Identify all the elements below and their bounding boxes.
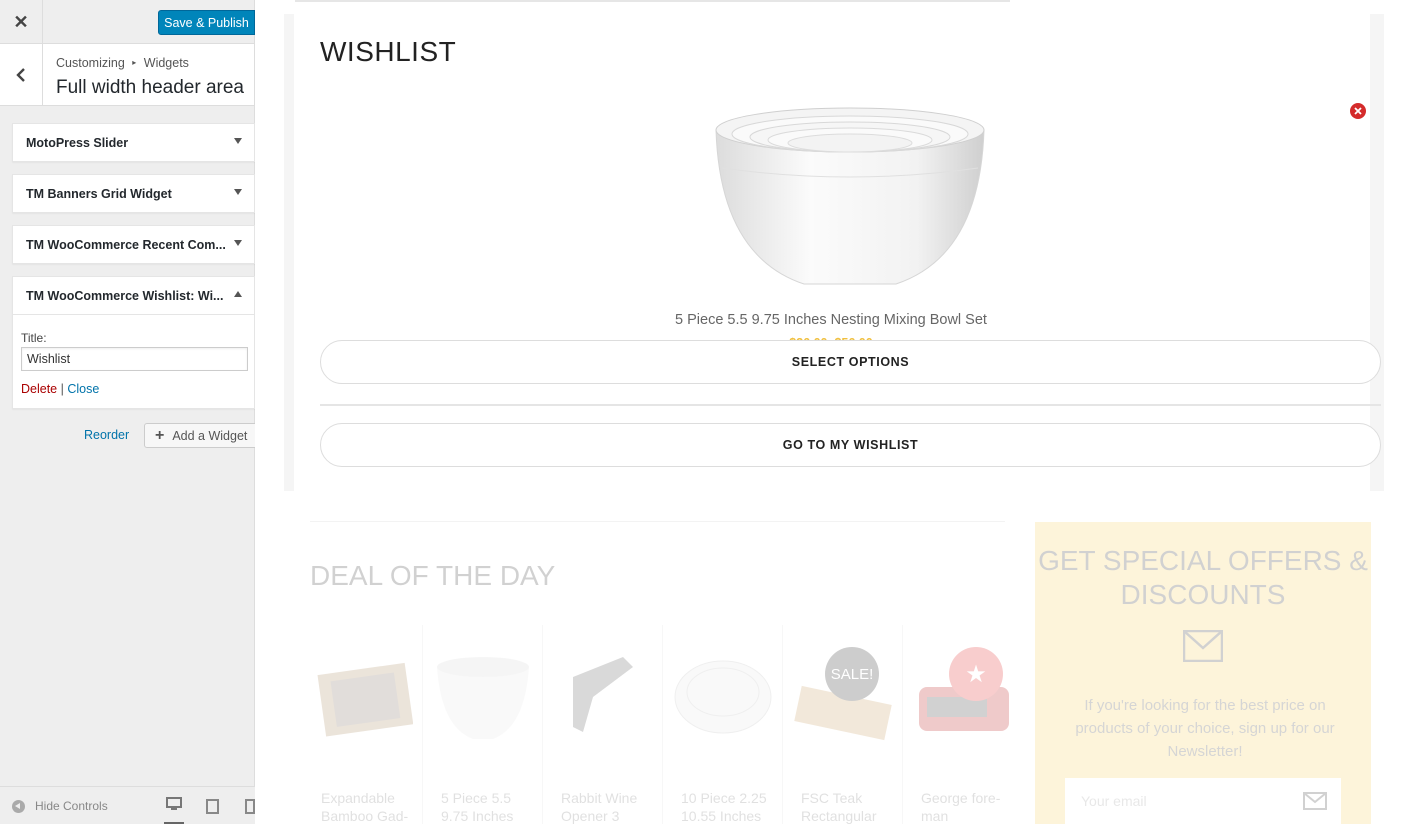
newsletter-box: GET SPECIAL OFFERS & DISCOUNTS If you're… bbox=[1035, 522, 1371, 824]
caret-down-icon[interactable] bbox=[234, 189, 242, 195]
product-thumb bbox=[317, 662, 413, 737]
newsletter-email-input[interactable]: Your email bbox=[1065, 778, 1341, 824]
product-name[interactable]: 5 Piece 5.5 9.75 Inches Nesting Mixing B… bbox=[294, 312, 1368, 328]
page-background-content: DEAL OF THE DAY Expandable Bamboo Gad- 5… bbox=[255, 500, 1411, 824]
widget-recent-comments[interactable]: TM WooCommerce Recent Com... bbox=[12, 225, 255, 264]
caret-down-icon[interactable] bbox=[234, 138, 242, 144]
widget-title: TM WooCommerce Wishlist: Wi... bbox=[26, 288, 224, 303]
caret-up-icon[interactable] bbox=[234, 291, 242, 297]
envelope-icon[interactable] bbox=[1303, 792, 1327, 810]
deal-products: Expandable Bamboo Gad- 5 Piece 5.5 9.75 … bbox=[305, 625, 1025, 824]
deal-item[interactable]: Rabbit Wine Opener 3 bbox=[545, 625, 663, 824]
chevron-left-icon bbox=[16, 68, 25, 82]
action-separator: | bbox=[60, 382, 64, 396]
back-button[interactable] bbox=[0, 44, 43, 106]
deal-item-name: 10 Piece 2.25 10.55 Inches bbox=[681, 790, 767, 824]
product-thumb bbox=[437, 657, 529, 739]
hide-controls-button[interactable]: Hide Controls bbox=[12, 799, 108, 813]
deal-item[interactable]: SALE! FSC Teak Rectangular bbox=[785, 625, 903, 824]
remove-item-icon[interactable] bbox=[1350, 103, 1366, 119]
title-field-label: Title: bbox=[21, 331, 47, 345]
go-to-wishlist-button[interactable]: GO TO MY WISHLIST bbox=[320, 423, 1381, 467]
customizer-footer: Hide Controls bbox=[0, 786, 255, 824]
add-widget-label: Add a Widget bbox=[172, 428, 248, 443]
deal-item[interactable]: Expandable Bamboo Gad- bbox=[305, 625, 423, 824]
desktop-preview-button[interactable] bbox=[164, 796, 184, 824]
deal-item-name: Expandable Bamboo Gad- bbox=[321, 790, 409, 824]
plus-icon: + bbox=[155, 426, 165, 444]
breadcrumb-child: Widgets bbox=[143, 56, 189, 70]
widget-wishlist[interactable]: TM WooCommerce Wishlist: Wi... Title: De… bbox=[12, 276, 255, 409]
deal-title: DEAL OF THE DAY bbox=[310, 560, 556, 591]
tablet-icon bbox=[205, 798, 219, 814]
deal-item[interactable]: 5 Piece 5.5 9.75 Inches bbox=[425, 625, 543, 824]
divider bbox=[310, 521, 1005, 522]
tablet-preview-button[interactable] bbox=[202, 796, 222, 816]
customizer-header: ✕ Save & Publish bbox=[0, 0, 255, 44]
close-customizer-button[interactable]: ✕ bbox=[0, 0, 43, 44]
deal-item[interactable]: ★ George fore-man bbox=[905, 625, 1023, 824]
deal-item[interactable]: 10 Piece 2.25 10.55 Inches bbox=[665, 625, 783, 824]
mobile-icon bbox=[245, 798, 255, 814]
select-options-button[interactable]: SELECT OPTIONS bbox=[320, 340, 1381, 384]
collapse-icon bbox=[12, 799, 25, 813]
widget-motopress-slider[interactable]: MotoPress Slider bbox=[12, 123, 255, 162]
section-header: Customizing ▸ Widgets Full width header … bbox=[0, 44, 254, 106]
widget-header[interactable]: TM Banners Grid Widget bbox=[13, 175, 254, 212]
widget-title: TM Banners Grid Widget bbox=[26, 186, 172, 201]
sale-badge: SALE! bbox=[825, 647, 879, 701]
widget-header[interactable]: TM WooCommerce Recent Com... bbox=[13, 226, 254, 263]
close-icon: ✕ bbox=[13, 11, 29, 32]
site-preview: WISHLIST 5 Piece 5.5 9.75 Inches Nesting bbox=[255, 0, 1411, 824]
email-placeholder: Your email bbox=[1081, 793, 1147, 809]
widget-header[interactable]: MotoPress Slider bbox=[13, 124, 254, 161]
deal-item-name: 5 Piece 5.5 9.75 Inches bbox=[441, 790, 514, 824]
mail-icon bbox=[1183, 630, 1223, 662]
deal-item-name: George fore-man bbox=[921, 790, 1001, 824]
save-publish-button[interactable]: Save & Publish bbox=[158, 10, 255, 35]
close-link[interactable]: Close bbox=[67, 382, 99, 396]
wishlist-widget: WISHLIST 5 Piece 5.5 9.75 Inches Nesting bbox=[284, 14, 1384, 491]
deal-item-name: FSC Teak Rectangular bbox=[801, 790, 877, 824]
widget-header[interactable]: TM WooCommerce Wishlist: Wi... bbox=[13, 277, 254, 314]
top-strip bbox=[295, 0, 1010, 2]
widget-form: Title: Delete | Close bbox=[13, 314, 254, 408]
wishlist-title: WISHLIST bbox=[320, 36, 457, 67]
add-widget-button[interactable]: + Add a Widget bbox=[144, 423, 256, 448]
desktop-icon bbox=[166, 797, 182, 810]
breadcrumb: Customizing ▸ Widgets bbox=[56, 56, 189, 70]
delete-link[interactable]: Delete bbox=[21, 382, 57, 396]
wishlist-divider bbox=[320, 404, 1381, 406]
title-field[interactable] bbox=[21, 347, 248, 371]
hide-controls-label: Hide Controls bbox=[35, 799, 108, 813]
product-image[interactable] bbox=[714, 106, 986, 286]
widget-banners-grid[interactable]: TM Banners Grid Widget bbox=[12, 174, 255, 213]
customizer-sidebar: ✕ Save & Publish Customizing ▸ Widgets F… bbox=[0, 0, 256, 824]
breadcrumb-root: Customizing bbox=[56, 56, 125, 70]
star-icon: ★ bbox=[949, 647, 1003, 701]
product-thumb bbox=[674, 660, 772, 734]
breadcrumb-separator: ▸ bbox=[132, 58, 137, 67]
widget-title: TM WooCommerce Recent Com... bbox=[26, 237, 226, 252]
reorder-link[interactable]: Reorder bbox=[84, 428, 129, 442]
section-title: Full width header area bbox=[56, 77, 244, 98]
widget-actions: Delete | Close bbox=[21, 382, 246, 396]
offers-text: If you're looking for the best price on … bbox=[1075, 697, 1335, 760]
offers-title: GET SPECIAL OFFERS & DISCOUNTS bbox=[1038, 545, 1368, 610]
widget-title: MotoPress Slider bbox=[26, 135, 129, 150]
caret-down-icon[interactable] bbox=[234, 240, 242, 246]
product-thumb bbox=[573, 657, 633, 732]
deal-item-name: Rabbit Wine Opener 3 bbox=[561, 790, 638, 824]
